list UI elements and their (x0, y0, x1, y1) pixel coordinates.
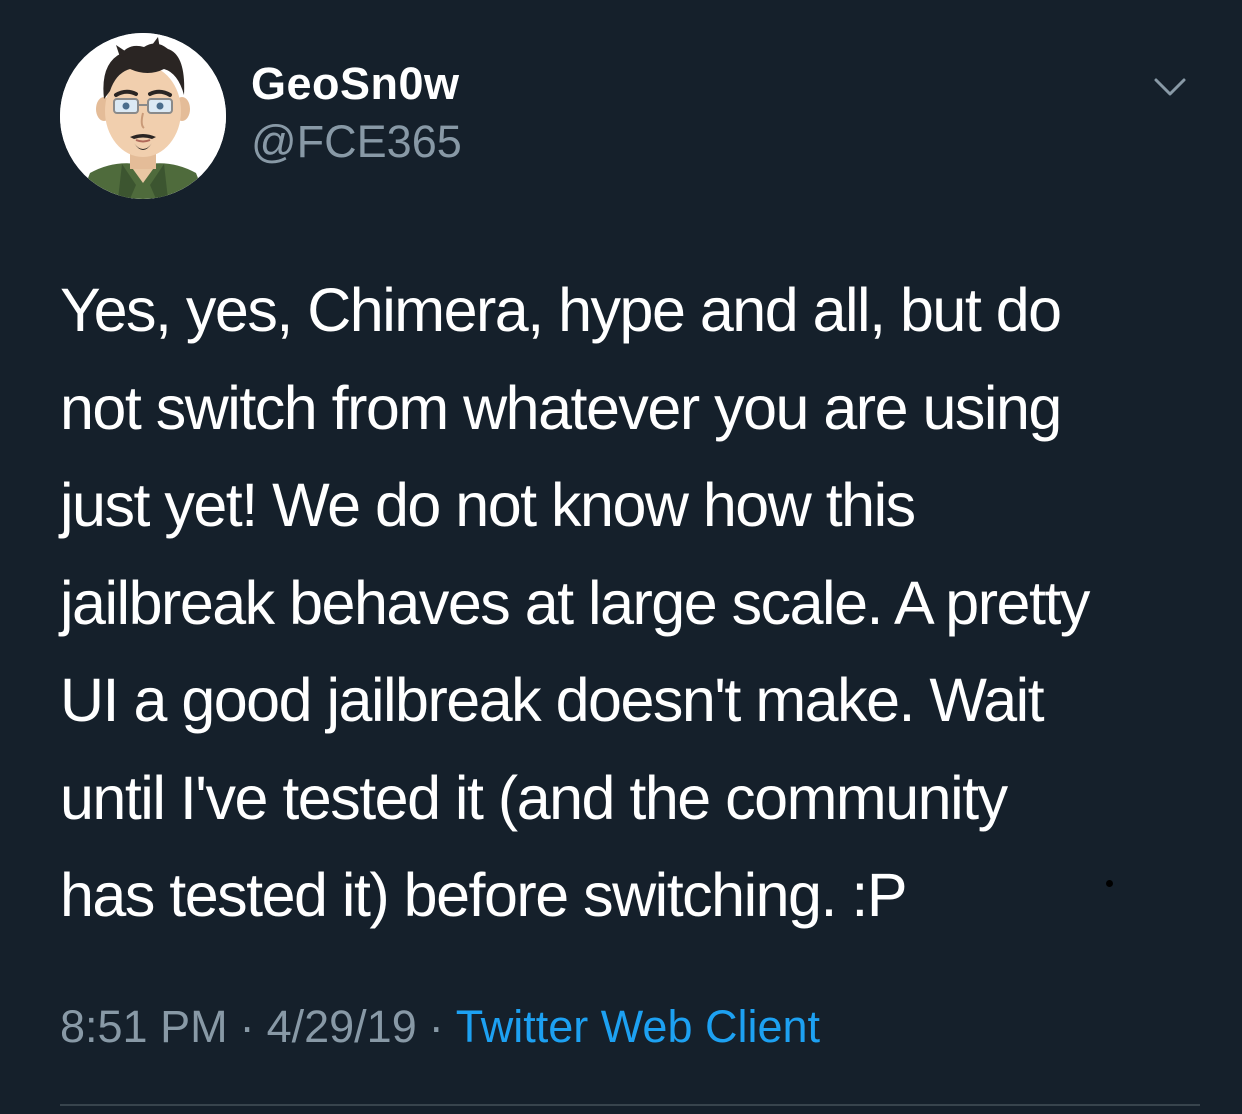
author-display-name[interactable]: GeoSn0w (251, 58, 460, 110)
avatar-illustration (60, 33, 226, 199)
tweet-text-line: jailbreak behaves at large scale. A pret… (60, 568, 1090, 637)
tweet-source-link[interactable]: Twitter Web Client (456, 1001, 820, 1052)
chevron-down-icon (1154, 78, 1186, 96)
tweet-text-line: not switch from whatever you are using (60, 373, 1062, 442)
tweet-time[interactable]: 8:51 PM (60, 1001, 228, 1052)
avatar[interactable] (60, 33, 226, 199)
image-speck (1106, 880, 1113, 887)
tweet-text-line: just yet! We do not know how this (60, 471, 916, 539)
tweet-text-line: Yes, yes, Chimera, hype and all, but do (60, 276, 1062, 344)
tweet-text-line: UI a good jailbreak doesn't make. Wait (60, 666, 1045, 734)
tweet-text-line: has tested it) before switching. :P (60, 861, 908, 929)
tweet-date[interactable]: 4/29/19 (267, 1001, 417, 1052)
tweet-text: Yes, yes, Chimera, hype and all, but do … (60, 262, 1190, 945)
tweet-metadata: 8:51 PM · 4/29/19 · Twitter Web Client (60, 1001, 820, 1053)
author-handle[interactable]: @FCE365 (251, 116, 462, 168)
tweet-detail: GeoSn0w @FCE365 Yes, yes, Chimera, hype … (0, 0, 1242, 1114)
meta-separator: · (239, 1001, 255, 1052)
divider (60, 1104, 1200, 1106)
tweet-text-line: until I've tested it (and the community (60, 763, 1008, 832)
tweet-menu-button[interactable] (1150, 72, 1190, 102)
meta-separator: · (428, 1001, 444, 1052)
